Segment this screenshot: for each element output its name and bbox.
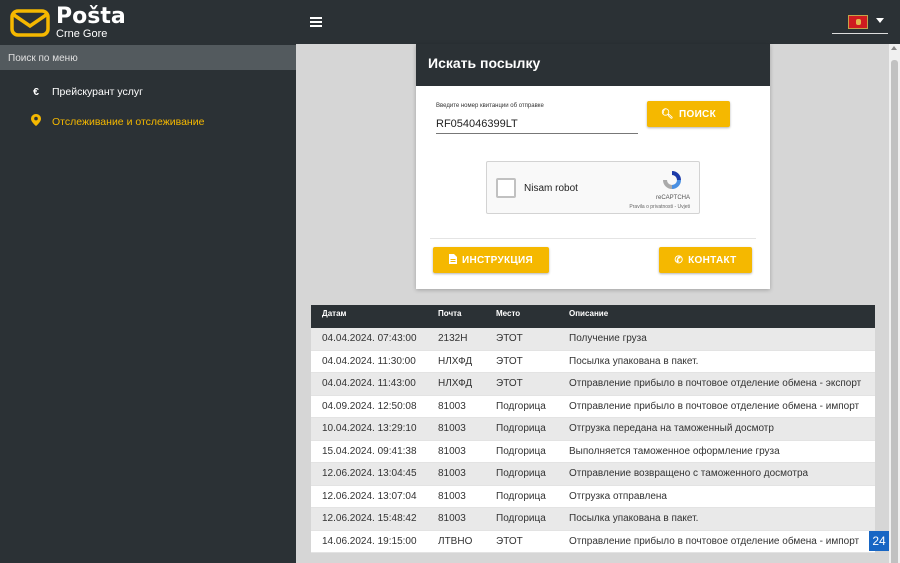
card-divider (430, 238, 756, 239)
cell-post: ЛТВНО (438, 535, 473, 547)
cell-description: Отправление прибыло в почтовое отделение… (569, 378, 862, 390)
cell-date: 14.06.2024. 19:15:00 (322, 535, 417, 547)
cell-place: ЭТОТ (496, 378, 523, 390)
recaptcha-widget: Nisam robot reCAPTCHA Pravila o privatno… (486, 161, 700, 214)
document-icon (448, 253, 457, 267)
menu-search[interactable]: Поиск по меню (0, 45, 296, 70)
cell-place: Подгорица (496, 490, 546, 502)
sidebar-item-label: Прейскурант услуг (52, 86, 143, 98)
location-pin-icon (28, 114, 44, 129)
table-row: 15.04.2024. 09:41:38 81003 Подгорица Выполн… (311, 440, 875, 463)
cell-post: НЛХФД (438, 378, 473, 390)
search-icon: 🔍︎ (661, 108, 674, 120)
cell-description: Отправление прибыло в почтовое отделение… (569, 535, 860, 547)
card-title: Искать посылку (416, 44, 770, 86)
instructions-button[interactable]: ИНСТРУКЦИЯ (433, 247, 549, 273)
cell-post: 81003 (438, 490, 466, 502)
cell-description: Выполняется таможенное оформление груза (569, 445, 780, 457)
cell-date: 04.04.2024. 07:43:00 (322, 333, 417, 345)
captcha-brand: reCAPTCHA (655, 195, 690, 201)
cell-date: 12.06.2024. 15:48:42 (322, 513, 417, 525)
cell-post: 81003 (438, 400, 466, 412)
sidebar-item-tracking[interactable]: Отслеживание и отслеживание (28, 114, 204, 129)
cell-place: Подгорица (496, 423, 546, 435)
table-row: 04.09.2024. 12:50:08 81003 Подгорица Отправ… (311, 395, 875, 418)
cell-description: Отгрузка отправлена (569, 490, 667, 502)
flag-montenegro-icon (848, 15, 868, 29)
table-row: 04.04.2024. 07:43:00 2132H ЭТОТ Получение г… (311, 328, 875, 351)
cell-date: 15.04.2024. 09:41:38 (322, 445, 417, 457)
cell-description: Отправление прибыло в почтовое отделение… (569, 400, 860, 412)
cell-post: НЛХФД (438, 355, 473, 367)
cell-post: 81003 (438, 468, 466, 480)
sidebar-item-label: Отслеживание и отслеживание (52, 115, 205, 128)
cell-description: Отправление возвращено с таможенного дос… (569, 468, 809, 480)
cell-place: Подгорица (496, 400, 546, 412)
cell-post: 81003 (438, 445, 466, 457)
cell-description: Посылка упакована в пакет. (569, 513, 699, 525)
cell-description: Получение груза (569, 333, 647, 345)
header-date: Датам (322, 309, 347, 318)
captcha-links[interactable]: Pravila o privatnosti - Uvjeti (629, 204, 690, 210)
cell-date: 10.04.2024. 13:29:10 (322, 423, 417, 435)
scrollbar[interactable] (889, 44, 900, 563)
cell-description: Отгрузка передана на таможенный досмотр (569, 423, 774, 435)
caret-down-icon (876, 18, 884, 23)
table-row: 04.04.2024. 11:30:00 НЛХФД ЭТОТ Посылка упа… (311, 350, 875, 373)
menu-toggle-icon[interactable] (310, 17, 322, 27)
euro-icon: € (33, 86, 39, 98)
cell-place: ЭТОТ (496, 535, 523, 547)
phone-icon: ✆ (674, 254, 684, 266)
cell-post: 2132H (438, 333, 468, 345)
scroll-up-icon[interactable] (891, 46, 897, 50)
tracking-table: Датам Почта Место Описание 04.04.2024. 0… (311, 305, 875, 553)
table-row: 10.04.2024. 13:29:10 81003 Подгорица Отгруз… (311, 418, 875, 441)
language-select[interactable] (832, 12, 888, 34)
recaptcha-logo-icon (663, 171, 681, 189)
badge[interactable]: 24 (869, 531, 889, 551)
table-row: 12.06.2024. 13:04:45 81003 Подгорица Отправ… (311, 463, 875, 486)
cell-post: 81003 (438, 423, 466, 435)
header-post: Почта (438, 309, 462, 318)
cell-date: 04.04.2024. 11:30:00 (322, 355, 416, 367)
contact-button[interactable]: ✆ КОНТАКТ (659, 247, 752, 273)
table-row: 04.04.2024. 11:43:00 НЛХФД ЭТОТ Отправление… (311, 373, 875, 396)
top-bar (296, 0, 900, 44)
table-row: 12.06.2024. 15:48:42 81003 Подгорица Посылк… (311, 508, 875, 531)
brand-title: Pošta (56, 4, 126, 29)
track-parcel-card: Искать посылку Введите номер квитанции о… (416, 44, 770, 289)
tracking-field-label: Введите номер квитанции об отправке (436, 103, 544, 109)
cell-date: 04.04.2024. 11:43:00 (322, 378, 416, 390)
header-description: Описание (569, 309, 609, 318)
cell-description: Посылка упакована в пакет. (569, 355, 699, 367)
cell-date: 04.09.2024. 12:50:08 (322, 400, 417, 412)
header-place: Место (496, 309, 521, 318)
sidebar-item-price-list[interactable]: € Прейскурант услуг (28, 86, 143, 98)
table-row: 14.06.2024. 19:15:00 ЛТВНО ЭТОТ Отправление… (311, 530, 875, 553)
captcha-checkbox[interactable] (496, 178, 516, 198)
cell-date: 12.06.2024. 13:04:45 (322, 468, 417, 480)
cell-place: ЭТОТ (496, 355, 523, 367)
cell-post: 81003 (438, 513, 466, 525)
cell-place: ЭТОТ (496, 333, 523, 345)
sidebar: Pošta Crne Gore Поиск по меню € Прейскур… (0, 0, 296, 563)
tracking-number-input[interactable] (436, 114, 638, 134)
search-button[interactable]: 🔍︎ ПОИСК (647, 101, 730, 127)
cell-place: Подгорица (496, 513, 546, 525)
brand-subtitle: Crne Gore (56, 28, 108, 40)
cell-place: Подгорица (496, 445, 546, 457)
table-row: 12.06.2024. 13:07:04 81003 Подгорица Отгруз… (311, 485, 875, 508)
envelope-logo-icon (10, 9, 50, 37)
scroll-thumb[interactable] (891, 60, 898, 563)
posta-logo[interactable]: Pošta Crne Gore (10, 4, 130, 42)
cell-place: Подгорица (496, 468, 546, 480)
captcha-label: Nisam robot (524, 183, 578, 194)
table-header: Датам Почта Место Описание (311, 305, 875, 328)
cell-date: 12.06.2024. 13:07:04 (322, 490, 417, 502)
